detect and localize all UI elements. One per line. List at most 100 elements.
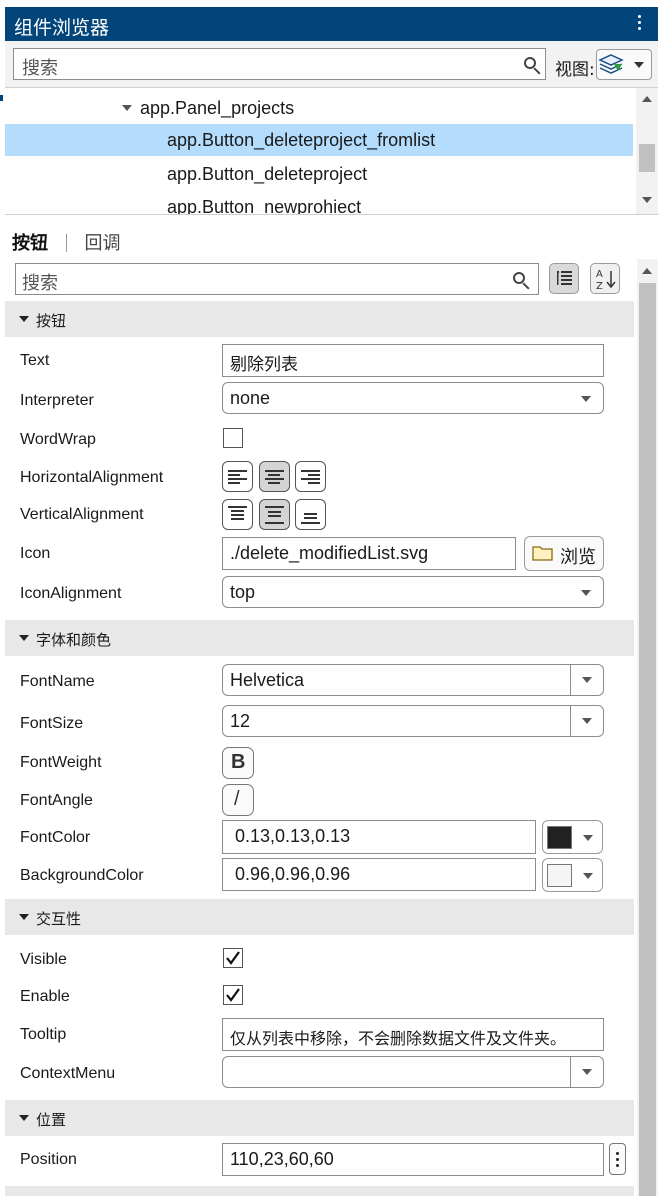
section-header-button[interactable]: 按钮 bbox=[5, 301, 634, 337]
prop-label-halign: HorizontalAlignment bbox=[20, 469, 164, 486]
fontsize-combobox[interactable]: 12 bbox=[222, 705, 604, 737]
color-swatch bbox=[547, 864, 572, 887]
tab-callbacks[interactable]: 回调 bbox=[84, 233, 120, 254]
inspector-scrollbar[interactable] bbox=[637, 259, 658, 1196]
chevron-down-icon bbox=[581, 590, 591, 596]
search-icon[interactable] bbox=[513, 272, 525, 284]
combobox-button[interactable] bbox=[570, 1057, 605, 1087]
section-header-position[interactable]: 位置 bbox=[5, 1100, 634, 1136]
tree-item-selected[interactable]: app.Button_deleteproject_fromlist bbox=[5, 124, 633, 156]
tooltip-value: 仅从列表中移除，不会删除数据文件及文件夹。 bbox=[230, 1029, 567, 1048]
section-header-font[interactable]: 字体和颜色 bbox=[5, 620, 634, 656]
tree-item[interactable]: app.Button_deleteproject bbox=[5, 158, 633, 190]
section-title: 交互性 bbox=[36, 910, 82, 928]
chevron-down-icon bbox=[582, 677, 592, 683]
wordwrap-checkbox[interactable] bbox=[223, 428, 243, 448]
combobox-button[interactable] bbox=[570, 665, 605, 695]
fontcolor-picker[interactable] bbox=[542, 820, 603, 854]
icon-path-field[interactable]: ./delete_modifiedList.svg bbox=[222, 537, 516, 570]
view-dropdown-button[interactable] bbox=[596, 49, 652, 80]
left-accent bbox=[0, 95, 3, 101]
fontcolor-field[interactable]: 0.13,0.13,0.13 bbox=[222, 820, 536, 854]
align-center-button[interactable] bbox=[259, 461, 290, 492]
visible-checkbox[interactable] bbox=[223, 948, 243, 968]
fontname-combobox[interactable]: Helvetica bbox=[222, 664, 604, 696]
tree-item[interactable]: app.Panel_projects bbox=[5, 92, 633, 124]
valign-middle-button[interactable] bbox=[259, 499, 290, 530]
interpreter-dropdown[interactable]: none bbox=[222, 382, 604, 414]
scroll-thumb[interactable] bbox=[639, 144, 655, 172]
tree-item[interactable]: app.Button_newprohiect bbox=[5, 191, 633, 214]
text-field[interactable]: 剔除列表 bbox=[222, 344, 604, 377]
prop-label-contextmenu: ContextMenu bbox=[20, 1065, 116, 1082]
scroll-down-icon[interactable] bbox=[642, 197, 652, 203]
collapse-icon[interactable] bbox=[19, 1115, 29, 1121]
section-header-next[interactable] bbox=[5, 1186, 634, 1196]
scroll-thumb[interactable] bbox=[639, 283, 656, 1196]
search-icon[interactable] bbox=[524, 57, 536, 69]
valign-top-button[interactable] bbox=[222, 499, 253, 530]
tree-item-label: app.Button_newprohiect bbox=[167, 197, 362, 214]
chevron-down-icon bbox=[582, 718, 592, 724]
property-search-input[interactable]: 搜索 bbox=[15, 263, 539, 295]
contextmenu-combobox[interactable] bbox=[222, 1056, 604, 1088]
inspector-tabs: 按钮 回调 bbox=[12, 229, 120, 255]
combobox-value: 12 bbox=[230, 711, 251, 731]
prop-label-fontsize: FontSize bbox=[20, 715, 84, 732]
prop-label-fontcolor: FontColor bbox=[20, 829, 91, 846]
italic-toggle-button[interactable]: / bbox=[222, 784, 254, 816]
combobox-value: Helvetica bbox=[230, 670, 305, 690]
group-view-button[interactable] bbox=[549, 263, 579, 294]
expand-icon[interactable] bbox=[122, 105, 132, 111]
bgcolor-field[interactable]: 0.96,0.96,0.96 bbox=[222, 858, 536, 891]
scroll-up-icon[interactable] bbox=[642, 96, 652, 102]
align-right-button[interactable] bbox=[295, 461, 326, 492]
collapse-icon[interactable] bbox=[19, 316, 29, 322]
tab-button[interactable]: 按钮 bbox=[12, 233, 48, 254]
collapse-icon[interactable] bbox=[19, 914, 29, 920]
color-swatch bbox=[547, 826, 572, 849]
icon-path-value: ./delete_modifiedList.svg bbox=[230, 543, 429, 563]
tab-divider bbox=[65, 234, 67, 252]
browse-button[interactable]: 浏览 bbox=[524, 536, 604, 571]
chevron-down-icon bbox=[634, 62, 644, 68]
bgcolor-picker[interactable] bbox=[542, 858, 603, 892]
prop-label-fontangle: FontAngle bbox=[20, 792, 93, 809]
section-title: 字体和颜色 bbox=[36, 631, 112, 649]
sort-az-button[interactable]: A Z bbox=[590, 263, 620, 294]
prop-label-tooltip: Tooltip bbox=[20, 1026, 67, 1043]
enable-checkbox[interactable] bbox=[223, 985, 243, 1005]
prop-label-fontname: FontName bbox=[20, 673, 95, 690]
bold-icon: B bbox=[231, 751, 246, 773]
scroll-up-icon[interactable] bbox=[642, 268, 652, 274]
valign-bottom-button[interactable] bbox=[295, 499, 326, 530]
dropdown-value: top bbox=[230, 582, 256, 602]
bold-toggle-button[interactable]: B bbox=[222, 747, 254, 779]
prop-label-position: Position bbox=[20, 1151, 77, 1168]
component-search-input[interactable]: 搜索 bbox=[13, 48, 546, 80]
sort-az-icon: A Z bbox=[596, 269, 616, 292]
collapse-icon[interactable] bbox=[19, 635, 29, 641]
grouped-list-icon bbox=[557, 271, 572, 285]
section-title: 位置 bbox=[36, 1111, 67, 1129]
svg-text:Z: Z bbox=[596, 281, 603, 292]
align-left-button[interactable] bbox=[222, 461, 253, 492]
position-more-button[interactable] bbox=[609, 1143, 626, 1175]
folder-icon bbox=[532, 546, 553, 561]
chevron-down-icon bbox=[581, 396, 591, 402]
position-field[interactable]: 110,23,60,60 bbox=[222, 1143, 604, 1176]
more-options-icon[interactable] bbox=[636, 12, 642, 33]
iconalign-dropdown[interactable]: top bbox=[222, 576, 604, 608]
tree-item-label: app.Button_deleteproject bbox=[167, 164, 368, 184]
tree-scrollbar[interactable] bbox=[636, 88, 658, 214]
prop-label-wordwrap: WordWrap bbox=[20, 431, 96, 448]
fontcolor-value: 0.13,0.13,0.13 bbox=[235, 826, 351, 846]
divider bbox=[5, 214, 658, 215]
combobox-button[interactable] bbox=[570, 706, 605, 736]
text-value: 剔除列表 bbox=[230, 355, 298, 375]
tooltip-field[interactable]: 仅从列表中移除，不会删除数据文件及文件夹。 bbox=[222, 1018, 604, 1051]
section-header-interactivity[interactable]: 交互性 bbox=[5, 899, 634, 935]
prop-label-text: Text bbox=[20, 352, 50, 369]
browse-label: 浏览 bbox=[560, 547, 596, 568]
section-title: 按钮 bbox=[36, 312, 67, 330]
